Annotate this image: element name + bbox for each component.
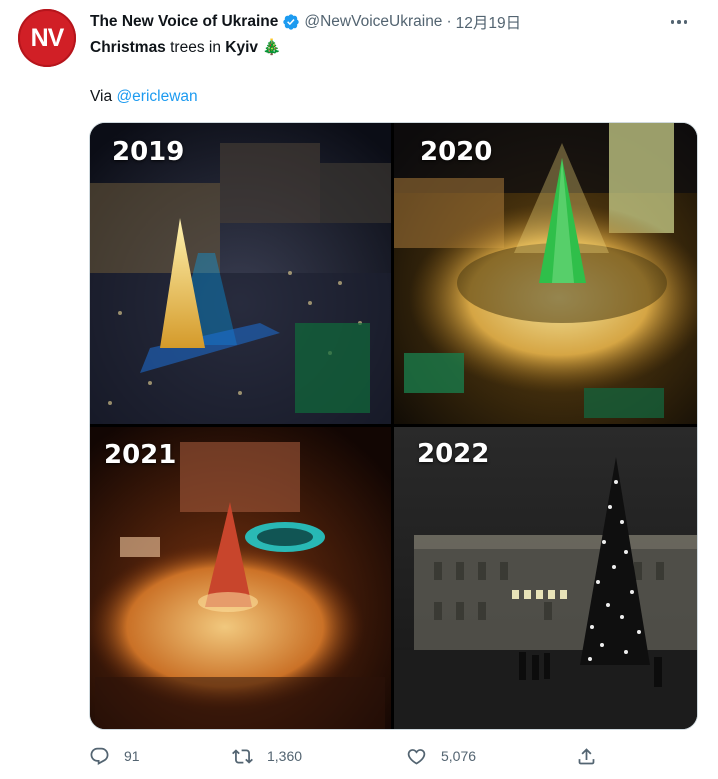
- year-label-2019: 2019: [112, 137, 185, 167]
- photo-2020-image: [394, 123, 697, 424]
- avatar-text: NV: [30, 23, 65, 52]
- photo-2019[interactable]: 2019: [90, 123, 391, 424]
- account-name[interactable]: The New Voice of Ukraine: [90, 13, 278, 31]
- reply-icon: [90, 747, 109, 765]
- avatar[interactable]: NV: [18, 9, 76, 67]
- retweet-count: 1,360: [267, 748, 303, 764]
- heart-icon: [407, 748, 426, 765]
- tweet-timestamp[interactable]: 12月19日: [456, 11, 521, 33]
- share-button[interactable]: [576, 740, 597, 772]
- account-handle[interactable]: @NewVoiceUkraine: [304, 13, 442, 31]
- tweet-word-christmas: Christmas: [90, 39, 166, 56]
- tweet-word-kyiv: Kyiv: [225, 39, 259, 56]
- tweet-via: Via @ericlewan: [90, 86, 198, 108]
- tweet-text: Christmas trees in Kyiv 🎄: [90, 37, 282, 59]
- tweet-word-trees: trees in: [165, 39, 226, 56]
- mention-link[interactable]: @ericlewan: [116, 88, 197, 105]
- year-label-2022: 2022: [417, 439, 490, 469]
- photo-2021[interactable]: 2021: [90, 427, 391, 729]
- photo-2022[interactable]: 2022: [394, 427, 697, 729]
- media-grid[interactable]: 2019 2020 2021 2022: [89, 122, 698, 730]
- like-button[interactable]: 5,076: [406, 740, 476, 772]
- retweet-icon: [232, 748, 253, 764]
- reply-button[interactable]: 91: [89, 740, 140, 772]
- tweet-header: The New Voice of Ukraine @NewVoiceUkrain…: [90, 11, 698, 33]
- year-label-2020: 2020: [420, 137, 493, 167]
- like-count: 5,076: [441, 748, 477, 764]
- year-label-2021: 2021: [104, 440, 177, 470]
- share-icon: [578, 747, 595, 764]
- separator-dot: ·: [446, 13, 452, 30]
- retweet-button[interactable]: 1,360: [232, 740, 302, 772]
- via-prefix: Via: [90, 88, 117, 105]
- verified-badge-icon: [283, 14, 300, 30]
- photo-2022-image: [394, 427, 697, 729]
- photo-2021-image: [90, 427, 391, 729]
- christmas-tree-emoji: 🎄: [262, 39, 282, 56]
- tweet-actions: 91 1,360 5,076: [89, 740, 609, 772]
- more-options-icon[interactable]: [666, 9, 692, 35]
- photo-2019-image: [90, 123, 391, 424]
- reply-count: 91: [124, 748, 140, 764]
- photo-2020[interactable]: 2020: [394, 123, 697, 424]
